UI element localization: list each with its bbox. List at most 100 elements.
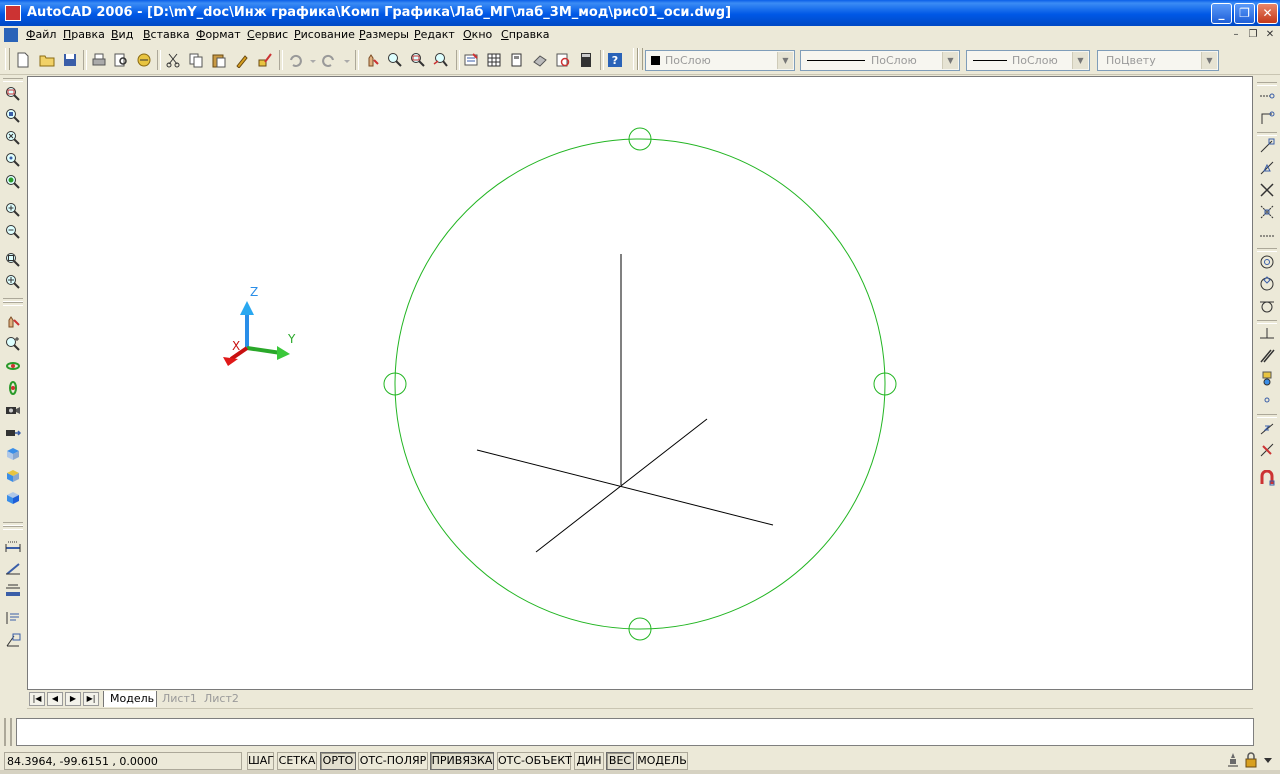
linear-dim-icon[interactable] [3, 536, 23, 556]
calculator-icon[interactable] [576, 50, 596, 70]
match-properties-icon[interactable] [232, 50, 252, 70]
cut-icon[interactable] [163, 50, 183, 70]
prev-tab-button[interactable]: ◀ [47, 692, 63, 706]
drawing-area[interactable]: Z Y X [27, 76, 1253, 690]
menu-modify[interactable]: Редакт [414, 28, 455, 41]
ortho-toggle[interactable]: ОРТО [320, 752, 356, 770]
coordinates-display[interactable]: 84.3964, -99.6151 , 0.0000 [4, 752, 242, 770]
redo-dropdown[interactable] [340, 50, 350, 70]
axes-lines[interactable] [476, 254, 774, 553]
menu-file[interactable]: Файл [26, 28, 56, 41]
restore-button[interactable]: ❐ [1234, 3, 1255, 24]
next-tab-button[interactable]: ▶ [65, 692, 81, 706]
menu-help[interactable]: Справка [501, 28, 549, 41]
linetype-select[interactable]: ПоСлою ▼ [800, 50, 960, 71]
model-space-canvas[interactable]: Z Y X [28, 77, 1254, 691]
snap-extension-icon[interactable] [1257, 226, 1277, 246]
snap-quadrant-icon[interactable] [1257, 274, 1277, 294]
mdi-restore-button[interactable]: ❐ [1246, 28, 1260, 41]
properties-icon[interactable] [461, 50, 481, 70]
snap-perpendicular-icon[interactable] [1257, 324, 1277, 344]
tab-layout1[interactable]: Лист1 [159, 691, 197, 707]
walk-icon[interactable] [3, 422, 23, 442]
copy-icon[interactable] [186, 50, 206, 70]
close-button[interactable]: ✕ [1257, 3, 1278, 24]
menu-insert[interactable]: Вставка [143, 28, 190, 41]
leader-icon[interactable] [3, 608, 23, 628]
paste-icon[interactable] [209, 50, 229, 70]
dyn-toggle[interactable]: ДИН [574, 752, 604, 770]
chevron-down-icon[interactable]: ▼ [942, 52, 958, 69]
mdi-close-button[interactable]: ✕ [1263, 28, 1277, 41]
tool-palettes-icon[interactable] [507, 50, 527, 70]
iso-view-icon[interactable] [3, 488, 23, 508]
free-orbit-icon[interactable] [3, 378, 23, 398]
lock-icon[interactable] [1243, 752, 1259, 768]
snap-intersection-icon[interactable] [1257, 180, 1277, 200]
snap-none-icon[interactable] [1257, 440, 1277, 460]
snap-node-icon[interactable] [1257, 390, 1277, 410]
communication-center-icon[interactable] [1225, 752, 1241, 768]
chevron-down-icon[interactable]: ▼ [1072, 52, 1088, 69]
first-tab-button[interactable]: |◀ [29, 692, 45, 706]
otrack-toggle[interactable]: ОТС-ОБЪЕКТ [497, 752, 572, 770]
command-line-input[interactable] [16, 718, 1254, 746]
lineweight-select[interactable]: ПоСлою ▼ [966, 50, 1090, 71]
mdi-minimize-button[interactable]: – [1229, 28, 1243, 41]
menu-edit[interactable]: Правка [63, 28, 105, 41]
snap-nearest-icon[interactable] [1257, 418, 1277, 438]
autocad-app-icon[interactable] [5, 5, 21, 21]
publish-icon[interactable] [134, 50, 154, 70]
zoom-object-icon[interactable] [3, 172, 23, 192]
command-line-grip[interactable] [4, 718, 12, 746]
zoom-window-icon[interactable] [408, 50, 428, 70]
zoom-out-icon[interactable] [3, 222, 23, 242]
zoom-previous-icon[interactable] [431, 50, 451, 70]
snap-from-icon[interactable] [1257, 108, 1277, 128]
chevron-down-icon[interactable]: ▼ [1201, 52, 1217, 69]
open-icon[interactable] [37, 50, 57, 70]
help-icon[interactable]: ? [605, 50, 625, 70]
zoom-realtime-icon[interactable] [385, 50, 405, 70]
snap-apparent-icon[interactable] [1257, 202, 1277, 222]
zoom-center-icon[interactable] [3, 150, 23, 170]
osnap-settings-icon[interactable] [1257, 468, 1277, 488]
menu-dimension[interactable]: Размеры [359, 28, 409, 41]
minimize-button[interactable]: _ [1211, 3, 1232, 24]
menu-window[interactable]: Окно [463, 28, 492, 41]
markup-icon[interactable] [553, 50, 573, 70]
menu-view[interactable]: Вид [111, 28, 133, 41]
block-editor-icon[interactable] [255, 50, 275, 70]
osnap-toggle[interactable]: ПРИВЯЗКА [430, 752, 494, 770]
document-icon[interactable] [4, 28, 18, 42]
menu-tools[interactable]: Сервис [247, 28, 288, 41]
front-view-icon[interactable] [3, 466, 23, 486]
zoom-realtime-icon[interactable] [3, 334, 23, 354]
temp-track-icon[interactable] [1257, 86, 1277, 106]
last-tab-button[interactable]: ▶| [83, 692, 99, 706]
snap-endpoint-icon[interactable] [1257, 136, 1277, 156]
snap-parallel-icon[interactable] [1257, 346, 1277, 366]
undo-icon[interactable] [285, 50, 305, 70]
zoom-in-icon[interactable] [3, 200, 23, 220]
status-menu-icon[interactable] [1262, 752, 1274, 768]
pan-icon[interactable] [362, 50, 382, 70]
tab-model[interactable]: Модель [103, 691, 157, 707]
chevron-down-icon[interactable]: ▼ [777, 52, 793, 69]
snap-midpoint-icon[interactable] [1257, 158, 1277, 178]
baseline-dim-icon[interactable] [3, 580, 23, 600]
undo-dropdown[interactable] [306, 50, 316, 70]
snap-tangent-icon[interactable] [1257, 296, 1277, 316]
plot-icon[interactable] [89, 50, 109, 70]
lwt-toggle[interactable]: ВЕС [606, 752, 634, 770]
polar-toggle[interactable]: ОТС-ПОЛЯР [358, 752, 428, 770]
zoom-all-icon[interactable] [3, 250, 23, 270]
grid-toggle[interactable]: СЕТКА [277, 752, 317, 770]
menu-draw[interactable]: Рисование [294, 28, 355, 41]
camera-icon[interactable] [3, 400, 23, 420]
top-view-icon[interactable] [3, 444, 23, 464]
snap-insert-icon[interactable] [1257, 368, 1277, 388]
pan-icon[interactable] [3, 312, 23, 332]
sheet-set-icon[interactable] [530, 50, 550, 70]
save-icon[interactable] [60, 50, 80, 70]
